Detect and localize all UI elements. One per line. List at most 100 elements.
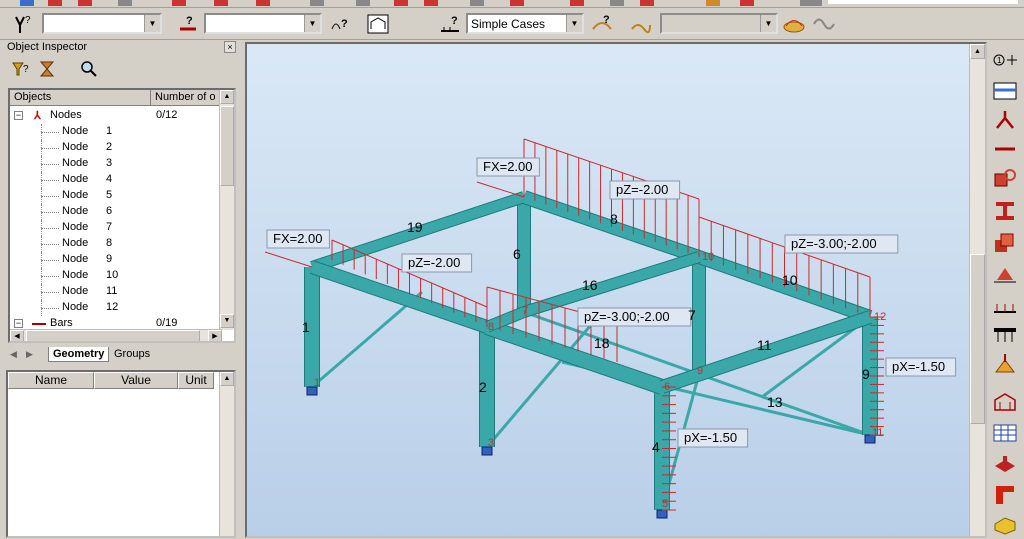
model-viewport[interactable]: FX=2.00 FX=2.00 pZ=-2.00 pZ=-2.00 pZ=-3.00;-…: [245, 42, 987, 538]
bar-number-label: 4: [652, 439, 660, 455]
node-number-label: 10: [702, 251, 714, 263]
nodes-group-label: Nodes: [50, 109, 82, 121]
name-column-header[interactable]: Name: [8, 372, 94, 389]
display-icon[interactable]: [366, 13, 390, 35]
bar-numbering-icon[interactable]: [991, 78, 1019, 104]
bar-number-label: 10: [782, 272, 798, 288]
case-selection-icon[interactable]: ?: [328, 13, 352, 35]
node-item-number: 2: [106, 141, 113, 153]
node-item-number: 8: [106, 237, 113, 249]
steel-design-tool-icon[interactable]: [991, 452, 1019, 478]
fx-left-label-text: FX=2.00: [273, 231, 323, 246]
deformation-icon[interactable]: [782, 13, 806, 35]
bar-number-label: 13: [767, 394, 783, 410]
value-column-header[interactable]: Value: [94, 372, 178, 389]
tree-item-node[interactable]: Node 10: [10, 268, 222, 284]
tree-item-node[interactable]: Node 11: [10, 284, 222, 300]
load-case-combo[interactable]: Simple Cases ▼: [466, 13, 584, 34]
release-tool-icon[interactable]: [991, 260, 1019, 286]
bar-number-label: 19: [407, 219, 423, 235]
tree-item-node[interactable]: Node 2: [10, 140, 222, 156]
bar-number-label: 9: [862, 366, 870, 382]
tree-item-node[interactable]: Node 1: [10, 124, 222, 140]
svg-text:?: ?: [341, 18, 348, 30]
offsets-tool-icon[interactable]: [991, 294, 1019, 320]
node-number-label: 1: [314, 377, 320, 389]
filter-icon[interactable]: ?: [10, 58, 32, 80]
tree-connector: [41, 196, 59, 197]
properties-grid: Name Value Unit ▲: [6, 370, 236, 538]
node-item-prefix: Node: [62, 301, 89, 313]
tab-groups[interactable]: Groups: [110, 347, 154, 361]
timber-design-tool-icon[interactable]: [991, 510, 1019, 536]
tree-connector: [41, 244, 59, 245]
tree-item-node[interactable]: Node 7: [10, 220, 222, 236]
tree-item-node[interactable]: Node 5: [10, 188, 222, 204]
node-selection-icon[interactable]: ?: [10, 13, 34, 35]
node-item-number: 9: [106, 253, 113, 265]
hourglass-filter-icon[interactable]: [36, 58, 58, 80]
tree-vertical-scrollbar[interactable]: ▲ ▼: [219, 90, 234, 330]
bar-number-label: 7: [688, 307, 696, 323]
bars-group-label: Bars: [50, 317, 73, 329]
case-list-icon[interactable]: ?: [438, 13, 462, 35]
bar-selection-combo[interactable]: ▼: [204, 13, 322, 34]
nodes-tool-icon[interactable]: [991, 108, 1019, 134]
tree-item-node[interactable]: Node 9: [10, 252, 222, 268]
tree-item-node[interactable]: Node 6: [10, 204, 222, 220]
bars-tool-icon[interactable]: [991, 136, 1019, 162]
node-number-label: 12: [874, 311, 886, 323]
tree-group-nodes[interactable]: − ⅄ Nodes 0/12: [10, 108, 222, 124]
svg-text:?: ?: [23, 64, 29, 75]
tree-item-node[interactable]: Node 12: [10, 300, 222, 316]
node-number-label: 8: [488, 321, 494, 333]
table-tool-icon[interactable]: [991, 420, 1019, 446]
supports-tool-icon[interactable]: [991, 166, 1019, 192]
object-tree: Objects Number of o − ⅄ Nodes 0/12 Node 1…: [8, 88, 236, 343]
tree-item-node[interactable]: Node 4: [10, 172, 222, 188]
node-number-label: 3: [488, 437, 494, 449]
material-tool-icon[interactable]: [991, 230, 1019, 256]
load-case-value: Simple Cases: [471, 17, 546, 31]
node-selection-combo[interactable]: ▼: [42, 13, 162, 34]
node-item-number: 12: [106, 301, 119, 313]
tree-item-node[interactable]: Node 3: [10, 156, 222, 172]
fx-top-label-text: FX=2.00: [483, 159, 533, 174]
tree-connector: [41, 132, 59, 133]
bar-selection-icon[interactable]: ?: [176, 13, 200, 35]
tab-nav-right[interactable]: ▶: [26, 349, 33, 360]
search-icon[interactable]: [78, 58, 100, 80]
right-toolbar: 1: [987, 40, 1024, 538]
section-tool-icon[interactable]: [991, 198, 1019, 224]
properties-vertical-scrollbar[interactable]: ▲: [219, 372, 234, 536]
inspector-tabs: ◀ ▶ Geometry Groups: [8, 346, 240, 366]
viewport-vertical-scrollbar[interactable]: ▲: [969, 44, 985, 536]
frame-3d-tool-icon[interactable]: [991, 390, 1019, 416]
node-numbering-icon[interactable]: 1: [991, 48, 1019, 74]
collapse-icon[interactable]: −: [14, 111, 23, 120]
elastic-ground-tool-icon[interactable]: [991, 322, 1019, 348]
objects-column-header[interactable]: Objects: [14, 91, 51, 103]
unit-column-header[interactable]: Unit: [178, 372, 214, 389]
load-display-icon[interactable]: ?: [590, 13, 614, 35]
rc-design-tool-icon[interactable]: [991, 482, 1019, 508]
support-node: [656, 509, 668, 519]
tree-connector: [41, 148, 59, 149]
tab-nav-left[interactable]: ◀: [10, 349, 17, 360]
collapse-icon[interactable]: −: [14, 319, 23, 328]
loads-tool-icon[interactable]: [991, 352, 1019, 378]
svg-text:?: ?: [25, 15, 31, 26]
structure-model[interactable]: FX=2.00 FX=2.00 pZ=-2.00 pZ=-2.00 pZ=-3.00;-…: [247, 44, 985, 536]
bar-number-label: 2: [479, 379, 487, 395]
result-icon[interactable]: [628, 13, 652, 35]
bar-number-label: 6: [513, 246, 521, 262]
mode-combo[interactable]: ▼: [660, 13, 778, 34]
close-icon[interactable]: ×: [224, 41, 236, 53]
number-column-header[interactable]: Number of o: [155, 91, 216, 103]
node-item-prefix: Node: [62, 157, 89, 169]
bar-number-label: 8: [610, 211, 618, 227]
tree-horizontal-scrollbar[interactable]: ◀ ▶: [10, 329, 222, 341]
tab-geometry[interactable]: Geometry: [48, 347, 110, 362]
sine-wave-icon[interactable]: [812, 13, 836, 35]
tree-item-node[interactable]: Node 8: [10, 236, 222, 252]
